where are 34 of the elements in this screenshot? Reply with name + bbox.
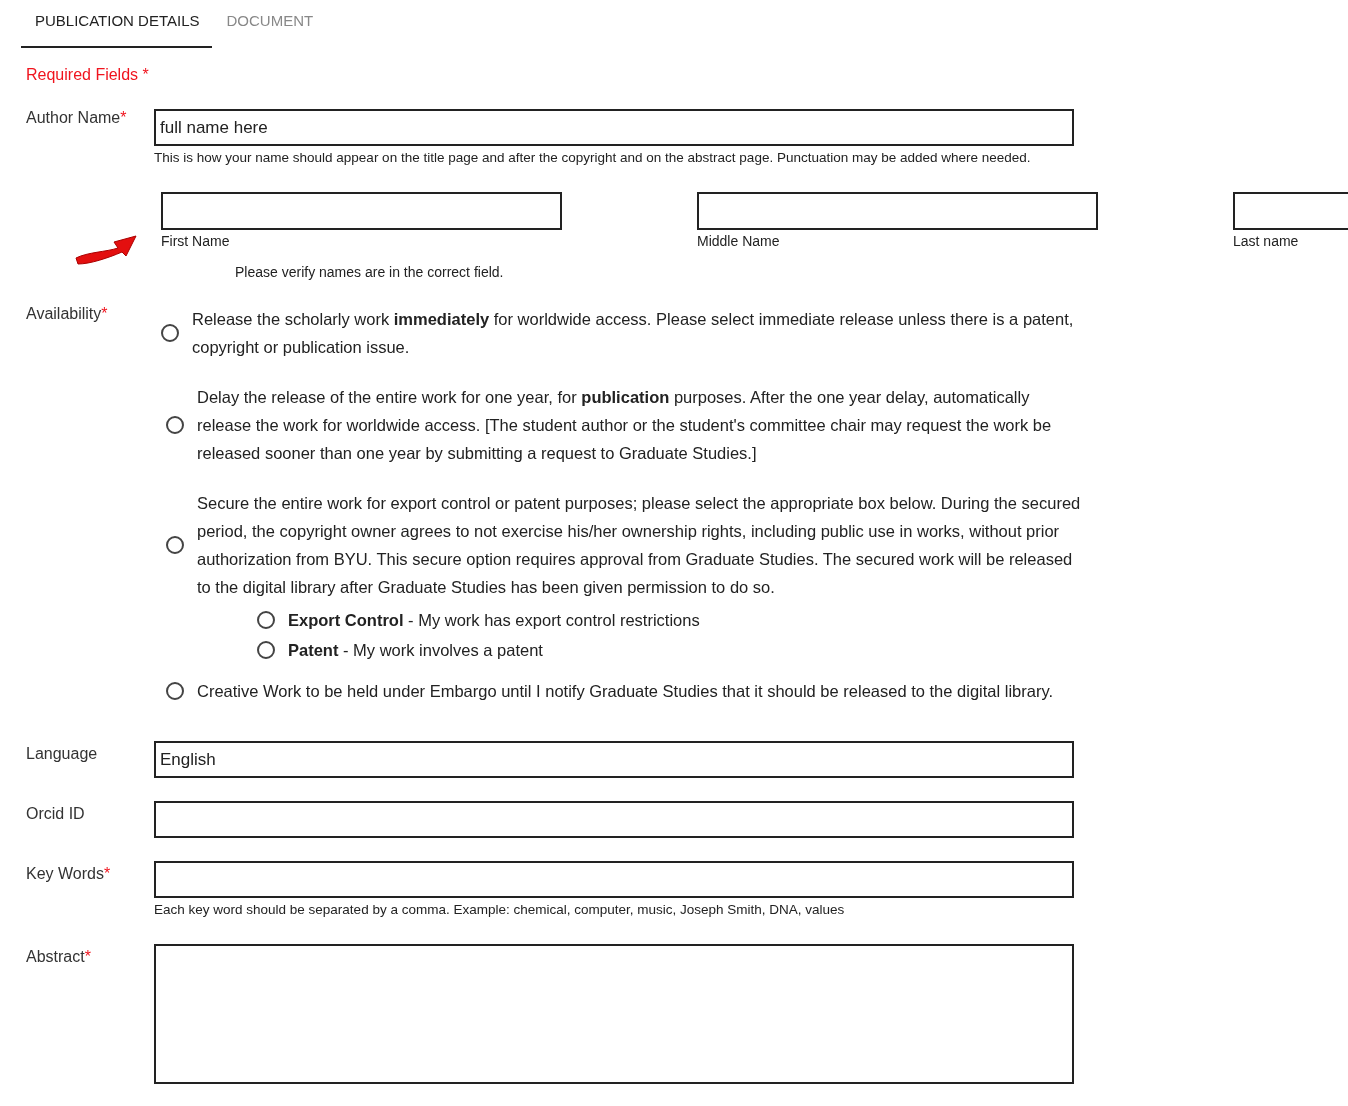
tab[interactable]: PUBLICATION DETAILS <box>21 0 213 48</box>
text-area[interactable] <box>154 944 1074 1084</box>
option-text: Release the scholarly work immediately for worldwide access. Please select immediate release unless there is a patent, copyright or publication issue. <box>192 309 1075 358</box>
field-label: Language <box>26 745 98 762</box>
option-text: Delay the release of the entire work for one year, for publication purposes. After the one year delay, automatically release the work for worldwide access. [The student author or the student's committee chair may request the work be released sooner than one year by submitting a request to Graduate Studies.] <box>197 387 1053 464</box>
radio-button[interactable] <box>166 416 184 434</box>
radio-button[interactable] <box>166 536 184 554</box>
option-text: Export Control - My work has export control restrictions <box>288 610 700 630</box>
option-text: Patent - My work involves a patent <box>288 640 543 660</box>
field-label: Abstract* <box>26 948 91 965</box>
option-text: Creative Work to be held under Embargo until I notify Graduate Studies that it should be released to the digital library. <box>197 681 1055 702</box>
input-field[interactable]: English <box>154 741 1074 778</box>
name-input-field[interactable] <box>161 192 562 230</box>
name-input-field[interactable] <box>697 192 1098 230</box>
field-label: Author Name* <box>26 109 127 126</box>
radio-button[interactable] <box>161 324 179 342</box>
tab[interactable]: DOCUMENT <box>212 0 328 48</box>
radio-button[interactable] <box>166 682 184 700</box>
radio-button[interactable] <box>257 641 275 659</box>
verify-note: Please verify names are in the correct field. <box>235 264 505 280</box>
field-caption: Last name <box>1233 233 1300 249</box>
input-field[interactable] <box>154 861 1074 898</box>
help-text: This is how your name should appear on the title page and after the copyright and on the abstract page. Punctuation may be added where needed. <box>154 149 1032 167</box>
option-text: Secure the entire work for export control or patent purposes; please select the appropriate box below. During the secured period, the copyright owner agrees to not exercise his/her ownership rights, including public use in works, without prior authorization from BYU. This secure option requires approval from Graduate Studies. The secured work will be released to the digital library after Graduate Studies has been given permission to do so. <box>197 493 1082 598</box>
author-name-field[interactable]: full name here <box>154 109 1074 146</box>
field-label: Availability* <box>26 305 108 322</box>
field-label: Key Words* <box>26 865 111 882</box>
field-label: Orcid ID <box>26 805 85 822</box>
required-fields-note: Required Fields * <box>26 66 150 84</box>
field-caption: First Name <box>161 233 231 249</box>
help-text: Each key word should be separated by a comma. Example: chemical, computer, music, Joseph Smith, DNA, values <box>154 901 846 919</box>
radio-button[interactable] <box>257 611 275 629</box>
field-caption: Middle Name <box>697 233 781 249</box>
input-field[interactable] <box>154 801 1074 838</box>
